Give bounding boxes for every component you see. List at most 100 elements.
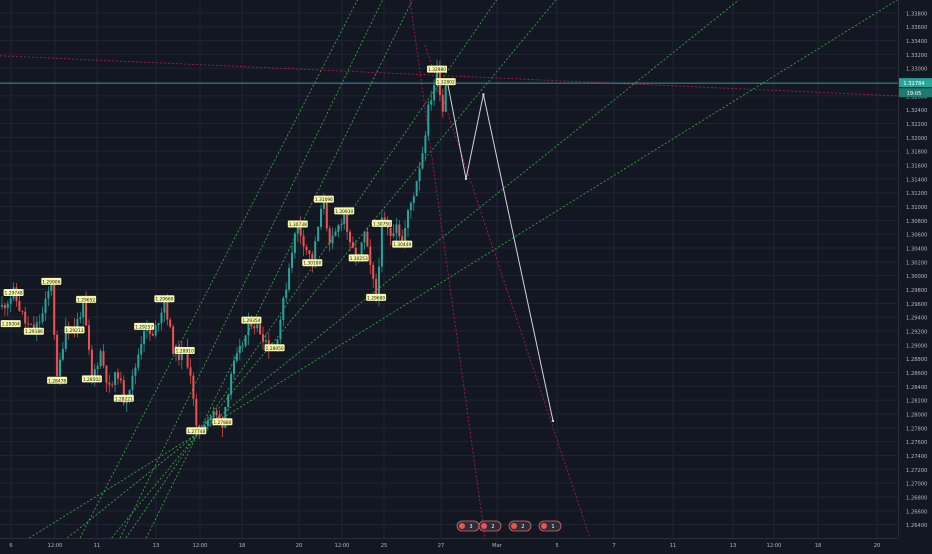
candle-body xyxy=(169,319,172,327)
event-badge[interactable]: 2 xyxy=(508,520,532,532)
candle-body xyxy=(244,335,247,346)
y-tick-label: 1.27600 xyxy=(906,440,927,446)
candle-body xyxy=(140,344,143,355)
pivot-label: 1.30930 xyxy=(334,207,355,215)
pivot-label-text: 1.29186 xyxy=(25,329,43,335)
pivot-label-text: 1.30180 xyxy=(303,261,321,267)
pivot-label-text: 1.30449 xyxy=(393,242,411,248)
event-badge-count: 2 xyxy=(491,524,494,530)
candle-body xyxy=(279,320,282,340)
y-tick-label: 1.26600 xyxy=(906,509,927,515)
event-badge[interactable]: 2 xyxy=(478,520,502,532)
pivot-label-text: 1.28950 xyxy=(266,346,284,352)
pivot-label-text: 1.29213 xyxy=(65,328,83,334)
y-tick-label: 1.30200 xyxy=(906,260,927,266)
candle-body xyxy=(111,384,114,386)
candle-body xyxy=(372,264,375,279)
candle-body xyxy=(1,304,3,307)
candle-body xyxy=(331,235,334,244)
candle-body xyxy=(96,366,99,370)
y-tick-label: 1.31600 xyxy=(906,164,927,170)
event-badge[interactable]: 3 xyxy=(456,520,480,532)
event-badge[interactable]: 1 xyxy=(538,520,562,532)
pivot-label: 1.29652 xyxy=(76,295,97,303)
candle-body xyxy=(230,373,233,395)
candle-body xyxy=(41,313,44,322)
candle-body xyxy=(9,298,12,304)
candle-body xyxy=(206,420,209,426)
price-chart[interactable]: 1.29748 1.29906 1.29652 1.29186 1.29304 1.284… xyxy=(0,0,932,550)
pivot-label-text: 1.30738 xyxy=(289,222,307,228)
candle-body xyxy=(151,333,154,336)
candle-body xyxy=(444,85,447,112)
pivot-label-text: 1.29660 xyxy=(155,297,173,303)
pivot-label-text: 1.30253 xyxy=(350,256,368,262)
candle-body xyxy=(102,351,105,366)
y-tick-label: 1.29800 xyxy=(906,288,927,294)
event-flag-icon xyxy=(541,523,547,529)
event-flag-icon xyxy=(459,523,465,529)
event-flag-icon xyxy=(481,523,487,529)
candle-body xyxy=(409,202,412,211)
event-flag-icon xyxy=(511,523,517,529)
candle-body xyxy=(117,372,119,379)
candle-body xyxy=(247,322,250,336)
x-tick-label: 25 xyxy=(381,543,388,549)
pivot-label: 1.27880 xyxy=(212,418,233,426)
pivot-label: 1.30738 xyxy=(287,220,308,228)
y-tick-label: 1.29400 xyxy=(906,316,927,322)
candle-body xyxy=(337,225,340,232)
candle-body xyxy=(398,224,401,237)
candle-body xyxy=(441,95,444,112)
candle-body xyxy=(282,298,285,321)
candle-body xyxy=(241,345,244,347)
candle-body xyxy=(259,324,262,335)
y-tick-label: 1.30000 xyxy=(906,274,927,280)
candle-body xyxy=(160,312,163,324)
candle-body xyxy=(288,267,291,290)
x-tick-label: 27 xyxy=(438,543,445,549)
current-price-label: 1.32784 xyxy=(903,81,925,87)
candle-body xyxy=(325,202,328,229)
pivot-label: 1.28478 xyxy=(47,376,68,384)
candle-body xyxy=(407,210,409,229)
candle-body xyxy=(61,348,64,360)
candle-body xyxy=(264,340,267,342)
projection-point xyxy=(482,93,485,96)
pivot-label: 1.29354 xyxy=(241,316,262,324)
candle-body xyxy=(131,375,134,391)
y-tick-label: 1.31400 xyxy=(906,177,927,183)
candle-body xyxy=(137,354,140,368)
pivot-label-text: 1.29748 xyxy=(5,290,23,296)
chart-canvas[interactable]: 1.29748 1.29906 1.29652 1.29186 1.29304 1.284… xyxy=(0,0,932,550)
pivot-label: 1.29748 xyxy=(3,288,24,296)
candle-body xyxy=(47,291,50,299)
y-tick-label: 1.30600 xyxy=(906,233,927,239)
y-tick-label: 1.31000 xyxy=(906,205,927,211)
pivot-label-text: 1.29354 xyxy=(242,318,260,324)
candle-body xyxy=(424,135,427,154)
candle-body xyxy=(334,231,337,236)
candle-body xyxy=(212,411,215,418)
y-tick-label: 1.33200 xyxy=(906,53,927,59)
candle-body xyxy=(418,168,421,182)
pivot-label: 1.32802 xyxy=(435,78,456,86)
candle-body xyxy=(421,153,424,169)
candle-body xyxy=(166,300,169,320)
x-tick-label: 6 xyxy=(9,543,12,549)
candle-body xyxy=(189,367,192,376)
pivot-label: 1.30253 xyxy=(348,254,369,262)
y-tick-label: 1.26800 xyxy=(906,495,927,501)
candle-body xyxy=(349,231,351,243)
y-tick-label: 1.30800 xyxy=(906,219,927,225)
x-tick-label: 12:00 xyxy=(335,543,350,549)
y-tick-label: 1.31800 xyxy=(906,150,927,156)
pivot-label: 1.30180 xyxy=(302,259,323,267)
pivot-label: 1.29660 xyxy=(154,295,175,303)
candle-body xyxy=(24,311,27,324)
pivot-label-text: 1.29680 xyxy=(367,295,385,301)
y-tick-label: 1.31200 xyxy=(906,191,927,197)
pivot-label: 1.29186 xyxy=(23,327,44,335)
pivot-label-text: 1.29652 xyxy=(77,297,95,303)
x-tick-label: 11 xyxy=(670,543,677,549)
